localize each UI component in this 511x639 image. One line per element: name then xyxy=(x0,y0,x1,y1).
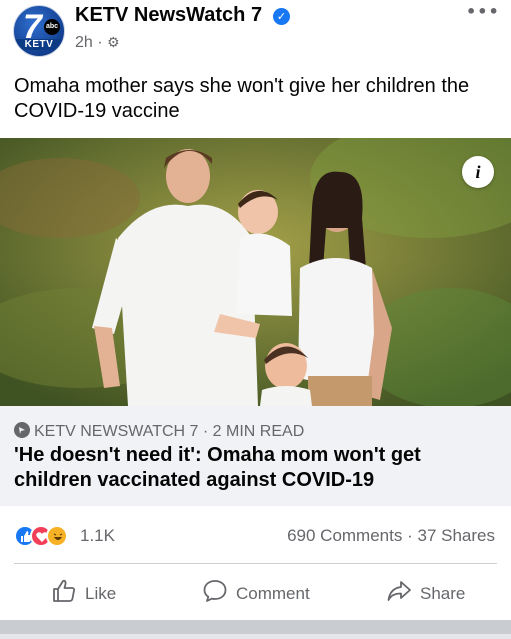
link-preview[interactable]: KETV NEWSWATCH 7 · 2 MIN READ 'He doesn'… xyxy=(0,406,511,506)
comments-count[interactable]: 690 Comments xyxy=(287,526,402,545)
post-meta: 2h · ⚙ xyxy=(75,34,120,52)
source-name: KETV NEWSWATCH 7 xyxy=(34,423,199,440)
page-name-link[interactable]: KETV NewsWatch 7 xyxy=(75,4,262,27)
more-options-button[interactable]: ••• xyxy=(466,2,500,21)
gear-icon: ⚙ xyxy=(107,35,120,51)
feed-separator xyxy=(0,620,511,639)
post-actions: Like Comment Share xyxy=(0,564,511,620)
post-time[interactable]: 2h xyxy=(75,34,93,51)
stats-separator: · xyxy=(407,526,413,545)
reaction-count[interactable]: 1.1K xyxy=(80,526,115,546)
link-title[interactable]: 'He doesn't need it': Omaha mom won't ge… xyxy=(14,443,499,493)
post-header: 7 abc KETV KETV NewsWatch 7 ✓ 2h · ⚙ ••• xyxy=(0,0,511,62)
link-source: KETV NEWSWATCH 7 · 2 MIN READ xyxy=(14,422,304,441)
post-stats: 690 Comments · 37 Shares xyxy=(287,526,495,546)
meta-separator: · xyxy=(97,34,103,51)
engagement-row: 1.1K 690 Comments · 37 Shares xyxy=(0,506,511,564)
read-time: 2 MIN READ xyxy=(212,423,305,440)
page-avatar[interactable]: 7 abc KETV xyxy=(13,5,65,57)
info-icon[interactable]: i xyxy=(462,156,494,188)
verified-badge-icon: ✓ xyxy=(273,8,290,25)
comment-label: Comment xyxy=(236,584,310,603)
avatar-network-logo: abc xyxy=(44,19,60,35)
comment-button[interactable]: Comment xyxy=(202,578,310,606)
share-button[interactable]: Share xyxy=(386,578,465,606)
shares-count[interactable]: 37 Shares xyxy=(418,526,496,545)
haha-reaction-icon xyxy=(46,525,68,547)
share-label: Share xyxy=(420,584,466,603)
like-label: Like xyxy=(85,584,117,603)
post-caption: Omaha mother says she won't give her chi… xyxy=(14,75,470,122)
globe-icon xyxy=(14,422,30,438)
thumbs-up-icon xyxy=(53,579,75,602)
share-arrow-icon xyxy=(387,581,411,601)
avatar-station: KETV xyxy=(14,39,64,50)
family-photo-illustration xyxy=(0,138,511,406)
article-photo[interactable] xyxy=(0,138,511,406)
speech-bubble-icon xyxy=(203,580,227,602)
like-button[interactable]: Like xyxy=(51,578,116,606)
next-post-edge xyxy=(0,634,511,639)
